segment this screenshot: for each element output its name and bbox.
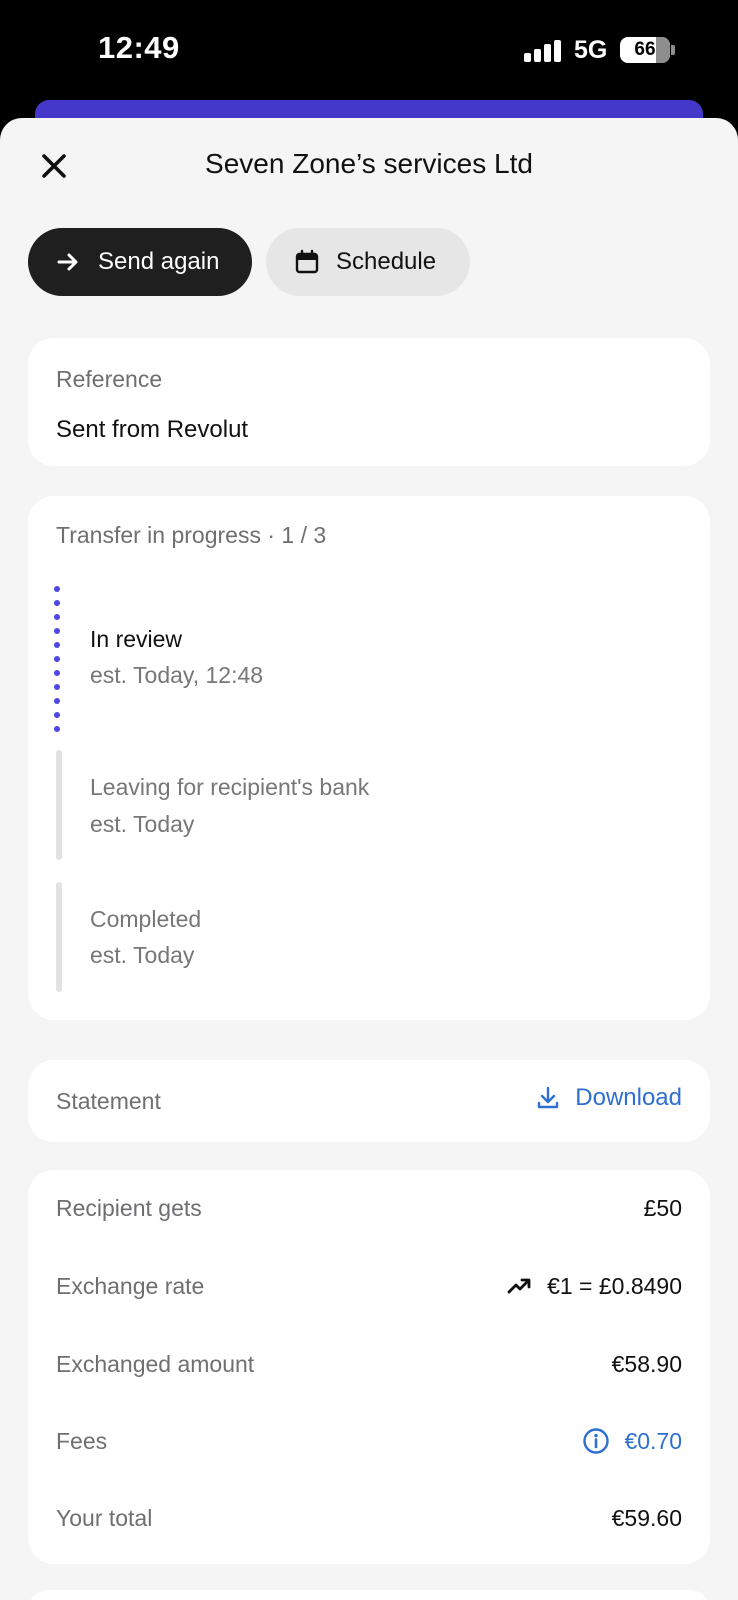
calendar-icon [295,249,319,274]
row-value: €0.70 [624,1427,682,1454]
status-bar: 12:49 5G 66 [0,0,738,100]
row-value: €58.90 [611,1350,682,1377]
step-2-subtitle: est. Today [90,811,195,837]
fees-row[interactable]: Fees €0.70 [56,1421,682,1461]
battery-level: 66 [634,39,656,60]
exchange-rate-value: €1 = £0.8490 [507,1273,682,1300]
row-label: Your total [56,1504,153,1531]
row-label: Fees [56,1427,108,1454]
row-label: Recipient gets [56,1194,202,1221]
page-title: Seven Zone’s services Ltd [205,148,533,179]
row-value: €59.60 [611,1504,682,1531]
statement-card: Statement Download [28,1060,710,1142]
arrow-right-icon [57,253,78,271]
send-again-label: Send again [98,248,220,275]
step-1-subtitle: est. Today, 12:48 [90,662,264,688]
next-card-peek [28,1590,710,1600]
step-3-indicator [56,882,62,992]
fees-value[interactable]: €0.70 [582,1427,682,1455]
row-label: Exchange rate [56,1272,205,1299]
progress-header: Transfer in progress · 1 / 3 [56,522,327,548]
step-3-subtitle: est. Today [90,942,195,968]
row-value: £50 [643,1194,682,1221]
statement-label: Statement [56,1088,161,1114]
transfer-progress-card: Transfer in progress · 1 / 3 In review e… [28,496,710,1020]
schedule-label: Schedule [336,248,437,275]
reference-label: Reference [56,366,163,392]
reference-card: Reference Sent from Revolut [28,338,710,466]
network-type: 5G [574,36,608,64]
schedule-button[interactable]: Schedule [266,228,470,296]
reference-value: Sent from Revolut [56,416,249,443]
download-statement-button[interactable]: Download [535,1084,682,1112]
signal-strength-icon [524,40,562,62]
your-total-row: Your total €59.60 [56,1498,682,1538]
step-2-title: Leaving for recipient's bank [90,774,370,800]
status-time: 12:49 [98,30,180,65]
send-again-button[interactable]: Send again [28,228,252,296]
exchanged-amount-row: Exchanged amount €58.90 [56,1344,682,1384]
download-icon [538,1086,559,1109]
step-2-indicator [56,750,62,860]
row-value: €1 = £0.8490 [547,1272,682,1299]
info-icon [583,1428,610,1454]
step-3-title: Completed [90,906,202,932]
exchange-rate-row[interactable]: Exchange rate €1 = £0.8490 [56,1266,682,1306]
battery-nub [671,45,675,55]
payment-details-card: Recipient gets £50 Exchange rate €1 = £0… [28,1170,710,1564]
row-label: Exchanged amount [56,1350,255,1377]
step-1-title: In review [90,626,183,652]
trend-up-icon [507,1278,531,1294]
transfer-details-sheet: Seven Zone’s services Ltd Send again Sch… [0,118,738,1600]
battery-icon: 66 [620,37,670,63]
active-step-indicator [54,586,62,732]
recipient-gets-row: Recipient gets £50 [56,1188,682,1228]
download-label: Download [575,1084,682,1111]
